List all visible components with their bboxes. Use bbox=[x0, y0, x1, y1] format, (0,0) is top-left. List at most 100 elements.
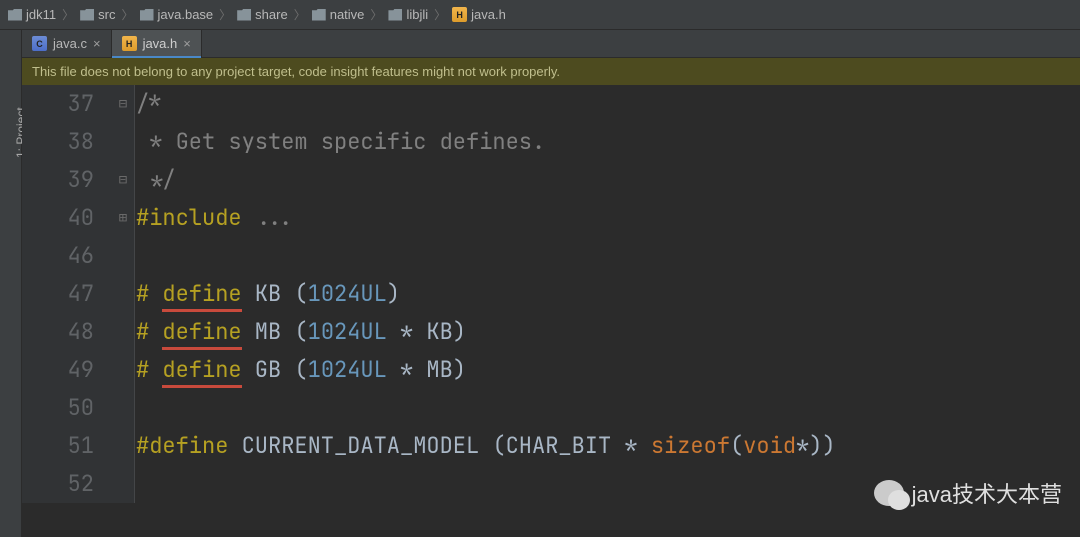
fold-toggle-icon[interactable]: ⊟ bbox=[112, 85, 134, 123]
fold-spacer bbox=[112, 465, 134, 503]
editor-area: Cjava.c × Hjava.h × This file does not belo… bbox=[22, 30, 1080, 537]
chevron-right-icon: 〉 bbox=[62, 6, 74, 23]
code-token: define bbox=[162, 317, 241, 350]
line-number: 50 bbox=[22, 389, 94, 427]
breadcrumb: jdk11 〉 src 〉 java.base 〉 share 〉 native 〉 libjli 〉… bbox=[0, 0, 1080, 30]
tab-label: java.c bbox=[53, 36, 87, 51]
editor-tabs: Cjava.c × Hjava.h × bbox=[22, 30, 1080, 58]
warning-banner: This file does not belong to any project… bbox=[22, 58, 1080, 85]
code-token: GB ( bbox=[242, 355, 308, 384]
fold-spacer bbox=[112, 237, 134, 275]
breadcrumb-item[interactable]: share bbox=[237, 7, 288, 22]
code-token: # bbox=[136, 355, 162, 384]
c-file-icon: C bbox=[32, 36, 47, 51]
line-number: 47 bbox=[22, 275, 94, 313]
code-line[interactable]: #define CURRENT_DATA_MODEL (CHAR_BIT * s… bbox=[136, 427, 1080, 465]
code-token: ) bbox=[387, 279, 400, 308]
code-token: 1024UL bbox=[308, 279, 387, 308]
folder-icon bbox=[140, 9, 154, 21]
fold-toggle-icon[interactable]: ⊞ bbox=[112, 199, 134, 237]
close-icon[interactable]: × bbox=[183, 36, 191, 51]
chevron-right-icon: 〉 bbox=[121, 6, 133, 23]
folder-icon bbox=[388, 9, 402, 21]
folder-icon bbox=[8, 9, 22, 21]
folder-icon bbox=[80, 9, 94, 21]
code-token: #define bbox=[136, 431, 228, 460]
watermark-text: java技术大本营 bbox=[912, 477, 1062, 509]
line-number: 51 bbox=[22, 427, 94, 465]
h-file-icon: H bbox=[122, 36, 137, 51]
code-token: sizeof bbox=[651, 431, 730, 460]
line-number: 38 bbox=[22, 123, 94, 161]
fold-column[interactable]: ⊟ ⊟⊞ bbox=[112, 85, 134, 503]
close-icon[interactable]: × bbox=[93, 36, 101, 51]
breadcrumb-item[interactable]: native bbox=[312, 7, 365, 22]
indent-guide bbox=[134, 85, 135, 503]
code-token: define bbox=[162, 355, 241, 388]
breadcrumb-item[interactable]: jdk11 bbox=[8, 7, 56, 22]
code-token: 1024UL bbox=[308, 355, 387, 384]
code-line[interactable] bbox=[136, 389, 1080, 427]
code-token: KB ( bbox=[242, 279, 308, 308]
fold-toggle-icon[interactable]: ⊟ bbox=[112, 161, 134, 199]
code-content[interactable]: /* * Get system specific defines. */ #inc… bbox=[134, 85, 1080, 503]
code-token: ... bbox=[255, 203, 295, 232]
wechat-icon bbox=[874, 480, 904, 506]
code-token: define bbox=[162, 279, 241, 312]
code-line[interactable]: */ bbox=[136, 161, 1080, 199]
breadcrumb-label: share bbox=[255, 7, 288, 22]
code-line[interactable]: /* bbox=[136, 85, 1080, 123]
h-file-icon: H bbox=[452, 7, 467, 22]
code-token: * Get system specific defines. bbox=[136, 127, 545, 156]
chevron-right-icon: 〉 bbox=[434, 6, 446, 23]
folder-icon bbox=[312, 9, 326, 21]
code-line[interactable]: # define KB (1024UL) bbox=[136, 275, 1080, 313]
fold-spacer bbox=[112, 427, 134, 465]
breadcrumb-label: java.h bbox=[471, 7, 506, 22]
tool-window-strip[interactable]: 1: Project bbox=[0, 30, 22, 537]
code-line[interactable]: #include ... bbox=[136, 199, 1080, 237]
line-number: 46 bbox=[22, 237, 94, 275]
code-token: */ bbox=[136, 165, 176, 194]
code-line[interactable] bbox=[136, 237, 1080, 275]
code-line[interactable]: # define MB (1024UL * KB) bbox=[136, 313, 1080, 351]
breadcrumb-label: libjli bbox=[406, 7, 428, 22]
fold-spacer bbox=[112, 275, 134, 313]
breadcrumb-label: jdk11 bbox=[26, 7, 56, 22]
code-editor[interactable]: 3738394046474849505152 ⊟ ⊟⊞ /* * Get sys… bbox=[22, 85, 1080, 503]
tab-java-h[interactable]: Hjava.h × bbox=[112, 30, 202, 57]
breadcrumb-item[interactable]: java.base bbox=[140, 7, 214, 22]
breadcrumb-item[interactable]: src bbox=[80, 7, 115, 22]
code-token: #include bbox=[136, 203, 255, 232]
code-token: # bbox=[136, 279, 162, 308]
code-line[interactable]: * Get system specific defines. bbox=[136, 123, 1080, 161]
breadcrumb-label: java.base bbox=[158, 7, 214, 22]
breadcrumb-label: src bbox=[98, 7, 115, 22]
line-number: 52 bbox=[22, 465, 94, 503]
fold-spacer bbox=[112, 123, 134, 161]
line-number: 49 bbox=[22, 351, 94, 389]
line-number: 37 bbox=[22, 85, 94, 123]
code-line[interactable]: # define GB (1024UL * MB) bbox=[136, 351, 1080, 389]
line-number: 48 bbox=[22, 313, 94, 351]
fold-spacer bbox=[112, 389, 134, 427]
line-number: 39 bbox=[22, 161, 94, 199]
line-number-gutter: 3738394046474849505152 bbox=[22, 85, 112, 503]
chevron-right-icon: 〉 bbox=[294, 6, 306, 23]
breadcrumb-item[interactable]: libjli bbox=[388, 7, 428, 22]
folder-icon bbox=[237, 9, 251, 21]
code-token: ( bbox=[730, 431, 743, 460]
code-token: 1024UL bbox=[308, 317, 387, 346]
code-token: * MB) bbox=[387, 355, 466, 384]
fold-spacer bbox=[112, 313, 134, 351]
chevron-right-icon: 〉 bbox=[370, 6, 382, 23]
code-token: MB ( bbox=[242, 317, 308, 346]
breadcrumb-item[interactable]: Hjava.h bbox=[452, 7, 506, 22]
code-token: CURRENT_DATA_MODEL (CHAR_BIT * bbox=[228, 431, 650, 460]
tab-label: java.h bbox=[143, 36, 178, 51]
tab-java-c[interactable]: Cjava.c × bbox=[22, 30, 112, 57]
code-token: * KB) bbox=[387, 317, 466, 346]
chevron-right-icon: 〉 bbox=[219, 6, 231, 23]
code-token: void bbox=[743, 431, 796, 460]
line-number: 40 bbox=[22, 199, 94, 237]
